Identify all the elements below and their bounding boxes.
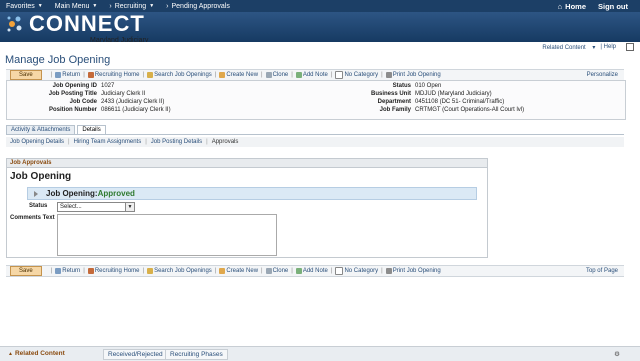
recruiting-home-button[interactable]: Recruiting Home (87, 268, 140, 274)
connect-logo: CONNECT (6, 11, 145, 36)
search-job-openings-button[interactable]: Search Job Openings (147, 268, 212, 274)
section-header: Job Approvals (7, 159, 487, 168)
create-icon (219, 72, 226, 78)
related-content-bar: ▲ Related Content Received/Rejected Recru… (0, 346, 640, 361)
return-button[interactable]: Return (55, 268, 80, 274)
home-icon: ⌂ (557, 1, 563, 11)
no-category-button[interactable]: No Category (335, 71, 378, 79)
logo-word: CONNECT (29, 11, 145, 36)
approvals-current-page: Approvals (211, 139, 239, 145)
note-icon (295, 72, 302, 78)
create-new-button[interactable]: Create New (219, 72, 258, 78)
status-select[interactable]: Select... ▼ (57, 202, 135, 212)
no-category-button[interactable]: No Category (335, 267, 378, 275)
summary-row: Job Code 2433 (Judiciary Clerk II) (69, 99, 165, 105)
related-content-label: ▲ Related Content (8, 350, 65, 357)
search-job-openings-button[interactable]: Search Job Openings (147, 72, 212, 78)
add-note-button[interactable]: Add Note (295, 72, 328, 78)
approval-stage-row[interactable]: Job Opening: Approved (27, 187, 477, 200)
summary-row: Job Family CRTMGT (Court Operations-All C… (379, 107, 525, 113)
job-summary: Job Opening ID 1027 Job Posting Title Judi… (6, 80, 626, 120)
job-posting-details-link[interactable]: Job Posting Details (151, 139, 202, 145)
create-icon (219, 268, 226, 274)
related-content-link[interactable]: Related Content ▾ (542, 44, 595, 51)
toolbar-bottom: Save | Return | Recruiting Home | Search… (6, 265, 624, 277)
favorites-menu[interactable]: Favorites ▼ (0, 3, 49, 10)
page-title: Manage Job Opening (5, 54, 111, 66)
page-links: Job Opening Details | Hiring Team Assign… (6, 137, 624, 147)
help-link[interactable]: | Help (600, 44, 621, 50)
breadcrumb-recruiting[interactable]: › Recruiting ▼ (103, 3, 160, 10)
status-label: Status (29, 203, 48, 209)
return-icon (55, 72, 62, 78)
summary-row: Position Number 086611 (Judiciary Clerk I… (48, 107, 171, 113)
tab-bar: Activity & Attachments Details (6, 125, 108, 134)
new-window-icon[interactable] (626, 43, 634, 51)
note-icon (295, 268, 302, 274)
print-job-opening-button[interactable]: Print Job Opening (385, 72, 441, 78)
summary-row: Job Opening ID 1027 (52, 83, 115, 89)
print-job-opening-button[interactable]: Print Job Opening (385, 268, 441, 274)
add-note-button[interactable]: Add Note (295, 268, 328, 274)
tab-activity-attachments[interactable]: Activity & Attachments (6, 125, 76, 134)
create-new-button[interactable]: Create New (219, 268, 258, 274)
summary-row: Status 010 Open (392, 83, 442, 89)
category-icon (335, 71, 344, 79)
print-icon (385, 268, 392, 274)
clone-icon (265, 72, 272, 78)
home-icon (87, 268, 94, 274)
approval-status: Approved (97, 189, 135, 198)
clone-button[interactable]: Clone (265, 268, 288, 274)
clone-icon (265, 268, 272, 274)
breadcrumb-pending-approvals[interactable]: › Pending Approvals (160, 3, 236, 10)
return-button[interactable]: Return (55, 72, 80, 78)
save-button[interactable]: Save (10, 70, 42, 80)
tab-divider (6, 134, 624, 135)
comments-label: Comments Text (10, 215, 55, 221)
dropdown-arrow-icon[interactable]: ▼ (125, 203, 134, 211)
utility-bar: Related Content ▾ | Help (0, 42, 640, 52)
top-of-page-link[interactable]: Top of Page (586, 268, 618, 274)
hiring-team-link[interactable]: Hiring Team Assignments (74, 139, 142, 145)
tab-received-rejected[interactable]: Received/Rejected (103, 349, 168, 360)
logo-mark-icon (6, 14, 26, 34)
expand-triangle-icon[interactable] (34, 190, 38, 197)
save-button[interactable]: Save (10, 266, 42, 276)
home-link[interactable]: ⌂ Home (552, 2, 592, 11)
sign-out-link[interactable]: Sign out (592, 2, 634, 11)
search-icon (147, 72, 154, 78)
job-opening-details-link[interactable]: Job Opening Details (10, 139, 64, 145)
home-icon (87, 72, 94, 78)
return-icon (55, 268, 62, 274)
comments-textarea[interactable] (57, 214, 277, 256)
summary-row: Business Unit MDJUD (Maryland Judiciary) (370, 91, 492, 97)
recruiting-home-button[interactable]: Recruiting Home (87, 72, 140, 78)
summary-row: Job Posting Title Judiciary Clerk II (48, 91, 146, 97)
approvals-heading: Job Opening (10, 171, 72, 182)
tab-recruiting-phases[interactable]: Recruiting Phases (165, 349, 228, 360)
job-approvals-section: Job Approvals Job Opening Job Opening: A… (6, 158, 488, 258)
clone-button[interactable]: Clone (265, 72, 288, 78)
print-icon (385, 72, 392, 78)
search-icon (147, 268, 154, 274)
tab-details[interactable]: Details (77, 125, 106, 134)
main-menu[interactable]: Main Menu ▼ (49, 3, 104, 10)
gear-icon[interactable]: ⚙ (614, 350, 620, 358)
category-icon (335, 267, 344, 275)
summary-row: Department 0451108 (DC 51- Criminal/Traff… (377, 99, 505, 105)
personalize-link[interactable]: Personalize (587, 72, 618, 78)
